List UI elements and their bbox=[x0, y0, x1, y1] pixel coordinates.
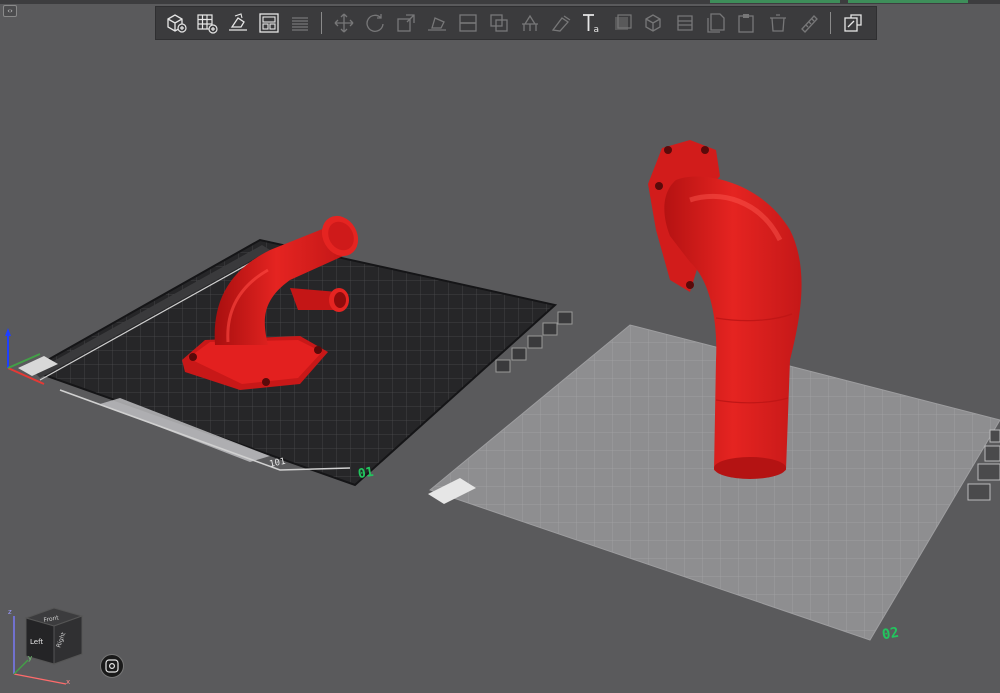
main-toolbar: a bbox=[155, 6, 877, 40]
view-cube: Front Left Right z x y bbox=[8, 607, 84, 686]
lay-on-face-icon bbox=[427, 17, 446, 31]
tab-accent bbox=[710, 0, 840, 3]
scale-button[interactable] bbox=[393, 10, 419, 36]
arrange-icon bbox=[258, 13, 279, 33]
split-parts-button[interactable] bbox=[641, 10, 667, 36]
plate-arrange-icon bbox=[527, 335, 543, 349]
delete-icon bbox=[769, 14, 786, 32]
collapse-sidebar-button[interactable]: ‹› bbox=[3, 5, 17, 17]
plate-corner-code: 101 bbox=[269, 457, 287, 470]
scale-icon bbox=[396, 14, 415, 32]
add-cube-icon bbox=[166, 14, 187, 33]
add-cube-button[interactable] bbox=[163, 10, 189, 36]
split-objects-button[interactable] bbox=[610, 10, 636, 36]
axis-label-y: y bbox=[28, 654, 32, 662]
cut-icon bbox=[458, 14, 477, 32]
copy-icon bbox=[706, 13, 725, 33]
seam-paint-button[interactable] bbox=[548, 10, 574, 36]
view-focus-button[interactable] bbox=[100, 654, 124, 678]
svg-text:a: a bbox=[593, 25, 599, 34]
cube-face-left: Left bbox=[30, 638, 43, 646]
arrange-button[interactable] bbox=[256, 10, 282, 36]
delete-button[interactable] bbox=[765, 10, 791, 36]
add-plate-button[interactable] bbox=[194, 10, 220, 36]
toolbar-separator bbox=[830, 12, 831, 34]
build-plate-02[interactable] bbox=[428, 324, 1000, 641]
plate-lock-icon bbox=[977, 463, 1000, 481]
mesh-boolean-icon bbox=[489, 14, 508, 32]
move-button[interactable] bbox=[331, 10, 357, 36]
text-button[interactable]: a bbox=[579, 10, 605, 36]
text-icon: a bbox=[582, 14, 599, 34]
measure-button[interactable] bbox=[796, 10, 822, 36]
rotate-icon bbox=[365, 14, 384, 32]
variable-layer-icon bbox=[676, 15, 693, 31]
plate-settings-icon bbox=[967, 483, 991, 501]
3d-viewport[interactable]: 101 01 02 bbox=[0, 0, 1000, 689]
assembly-button[interactable] bbox=[840, 10, 866, 36]
tab-accent bbox=[848, 0, 968, 3]
plate-close-icon bbox=[557, 311, 573, 325]
rotate-button[interactable] bbox=[362, 10, 388, 36]
focus-target-icon bbox=[105, 659, 119, 673]
copy-button[interactable] bbox=[703, 10, 729, 36]
toolbar-separator bbox=[321, 12, 322, 34]
paste-icon bbox=[737, 14, 754, 33]
plate-label-01: 01 bbox=[356, 464, 375, 483]
axis-label-x: x bbox=[66, 678, 70, 686]
plate-lock-icon bbox=[511, 347, 527, 361]
paste-button[interactable] bbox=[734, 10, 760, 36]
plate-orient-icon bbox=[542, 322, 558, 336]
layers-icon bbox=[291, 17, 308, 31]
layers-button[interactable] bbox=[287, 10, 313, 36]
cut-button[interactable] bbox=[455, 10, 481, 36]
plate-arrange-icon bbox=[984, 445, 1000, 462]
support-paint-icon bbox=[521, 14, 538, 31]
move-icon bbox=[334, 13, 353, 33]
split-parts-icon bbox=[644, 14, 661, 32]
plate-settings-icon bbox=[495, 359, 511, 373]
axis-label-z: z bbox=[8, 608, 12, 616]
orient-icon bbox=[228, 13, 247, 31]
split-objects-icon bbox=[614, 14, 632, 30]
measure-icon bbox=[800, 15, 818, 33]
assembly-icon bbox=[843, 14, 862, 32]
auto-orient-button[interactable] bbox=[225, 10, 251, 36]
mesh-boolean-button[interactable] bbox=[486, 10, 512, 36]
navigation-cube[interactable]: Front Left Right z x y bbox=[8, 604, 86, 686]
seam-paint-icon bbox=[551, 15, 570, 32]
plate-label-02: 02 bbox=[880, 624, 901, 644]
lay-on-face-button[interactable] bbox=[424, 10, 450, 36]
add-plate-icon bbox=[196, 14, 218, 34]
variable-layer-height-button[interactable] bbox=[672, 10, 698, 36]
support-paint-button[interactable] bbox=[517, 10, 543, 36]
scene: 101 bbox=[5, 140, 1000, 641]
plate-orient-icon bbox=[989, 429, 1000, 443]
